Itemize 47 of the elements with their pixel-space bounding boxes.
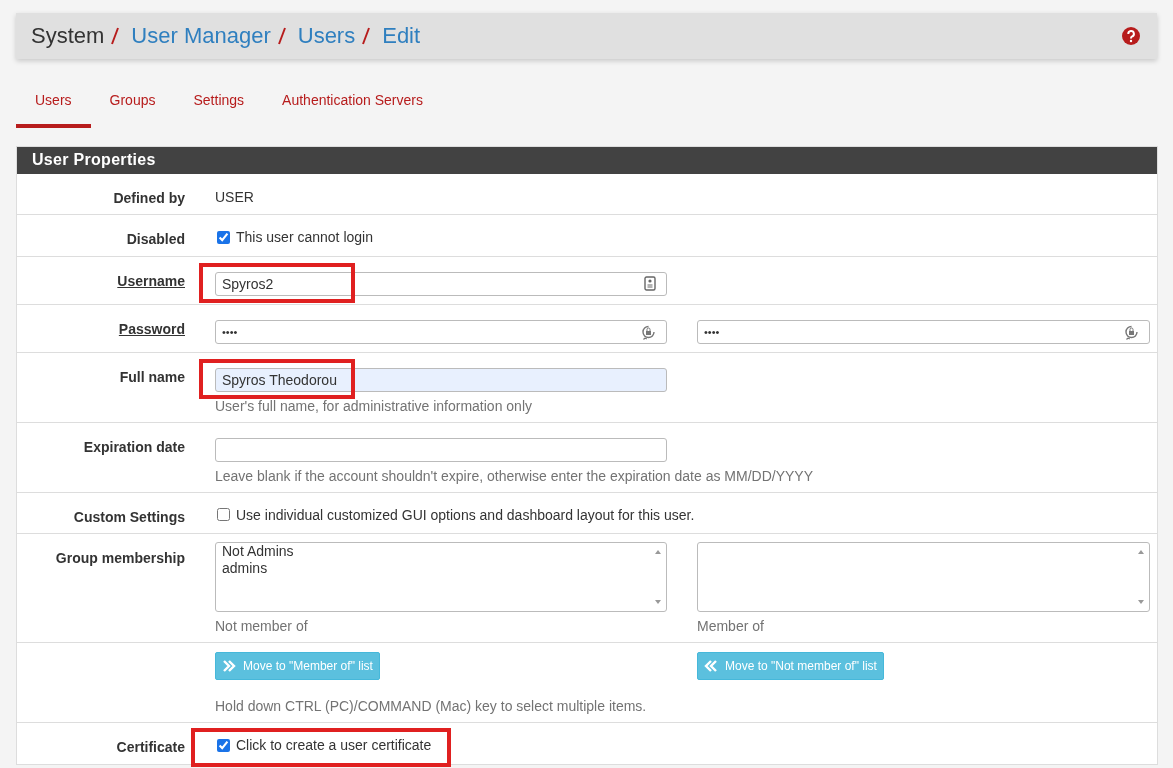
slash-icon [110, 27, 120, 45]
slash-icon [276, 27, 286, 45]
input-field[interactable]: Spyros Theodorou [215, 367, 667, 392]
checkbox-label: This user cannot login [236, 229, 373, 245]
password-field[interactable]: •••• [215, 319, 667, 344]
field-label: Expiration date [83, 438, 185, 455]
tab[interactable]: Settings [174, 91, 264, 128]
multi-select-list[interactable]: Not Admins admins [215, 542, 667, 612]
field-label: Group membership [55, 550, 185, 566]
tab[interactable]: Users [16, 91, 91, 128]
field-label: Disabled [126, 231, 185, 247]
field-label: Username [117, 272, 185, 289]
checkbox-label: Click to create a user certificate [236, 737, 432, 753]
field-label: Password [118, 320, 185, 337]
help-text: Hold down CTRL (PC)/COMMAND (Mac) key to select multiple items. [215, 698, 648, 714]
list-option[interactable]: Not Admins [222, 543, 294, 560]
contact-card-icon [644, 276, 656, 291]
panel-title: User Properties [17, 147, 1157, 174]
input-field[interactable] [215, 437, 667, 462]
double-chevron-right-icon [222, 660, 236, 672]
password-field[interactable]: •••• [697, 319, 1150, 344]
help-text: Leave blank if the account shouldn't expire, otherwise enter the expiration date as MM/DD/YYYY [215, 467, 814, 484]
field-label: Certificate [116, 739, 185, 755]
tab[interactable]: Authentication Servers [263, 91, 442, 128]
breadcrumb-link[interactable]: User Manager [131, 23, 271, 49]
checkbox-label: Use individual customized GUI options and dashboard layout for this user. [236, 506, 695, 523]
field-label: Full name [119, 368, 185, 385]
checkbox[interactable] [217, 738, 230, 752]
breadcrumb-link[interactable]: Edit [382, 23, 421, 49]
checkbox[interactable] [217, 508, 230, 521]
lock-icon [641, 323, 656, 340]
field-label: Custom Settings [73, 508, 185, 525]
help-icon[interactable] [1122, 27, 1140, 45]
lock-icon [1124, 323, 1139, 340]
breadcrumb-link[interactable]: Users [297, 23, 356, 49]
input-field[interactable]: Spyros2 [215, 271, 667, 296]
list-caption: Not member of [215, 618, 309, 634]
list-option[interactable]: admins [222, 560, 294, 577]
checkbox[interactable] [217, 230, 230, 244]
double-chevron-left-icon [704, 660, 718, 672]
field-label: Defined by [113, 190, 185, 206]
breadcrumb-text: System [31, 23, 105, 49]
field-value: USER [215, 189, 254, 205]
tab[interactable]: Groups [90, 91, 175, 128]
help-text: User's full name, for administrative information only [215, 397, 534, 414]
slash-icon [361, 27, 371, 45]
list-caption: Member of [697, 618, 765, 634]
